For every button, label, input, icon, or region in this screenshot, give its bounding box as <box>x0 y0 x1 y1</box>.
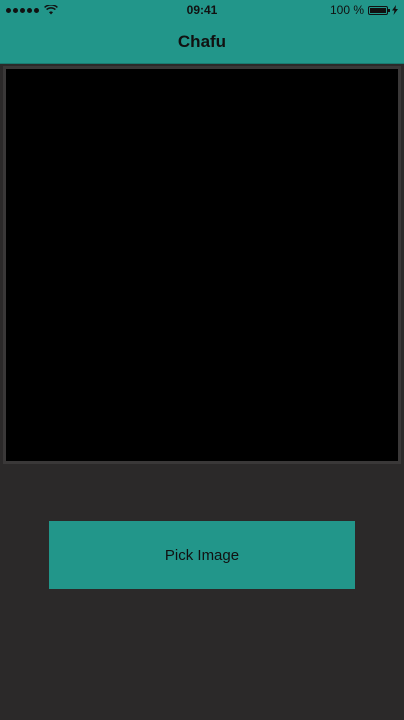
status-bar: 09:41 100 % <box>0 0 404 20</box>
page-title: Chafu <box>177 32 227 51</box>
status-right: 100 % <box>330 0 398 20</box>
battery-icon <box>368 5 390 15</box>
battery-percent: 100 % <box>329 3 364 17</box>
image-preview <box>6 69 398 461</box>
image-frame <box>3 66 401 464</box>
charging-bolt-icon <box>392 5 398 15</box>
pick-image-button[interactable]: Pick Image <box>49 521 355 589</box>
battery-fill <box>370 7 386 13</box>
navigation-bar: Chafu <box>0 20 404 64</box>
